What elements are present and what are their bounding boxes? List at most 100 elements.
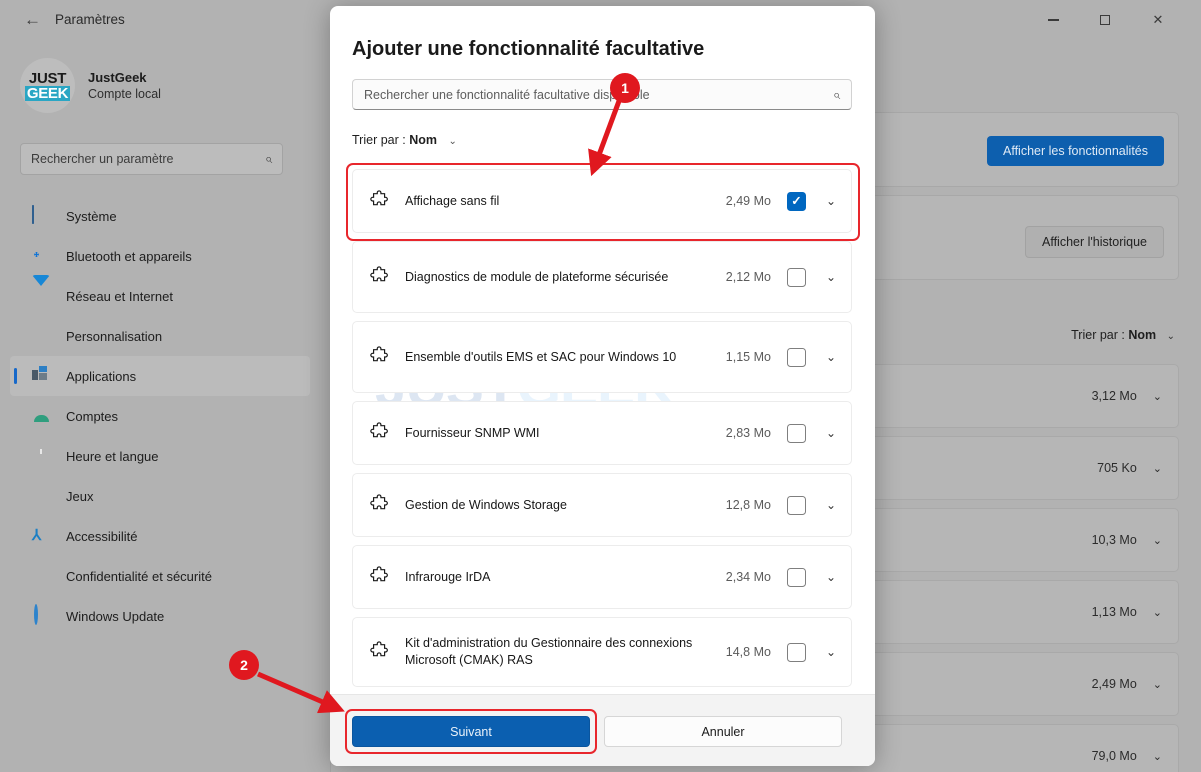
feature-checkbox[interactable]: [786, 347, 806, 367]
puzzle-icon: [370, 422, 388, 438]
cancel-button[interactable]: Annuler: [604, 716, 842, 747]
row-size: 3,12 Mo: [1091, 389, 1137, 403]
feature-checkbox[interactable]: [786, 495, 806, 515]
chevron-down-icon[interactable]: ⌄: [1153, 390, 1162, 403]
sidebar-item-heure-langue[interactable]: Heure et langue: [10, 436, 310, 476]
sidebar-item-label: Personnalisation: [66, 328, 163, 344]
sidebar-item-label: Bluetooth et appareils: [66, 248, 192, 264]
feature-size: 2,49 Mo: [725, 194, 771, 208]
chevron-down-icon[interactable]: ⌄: [826, 570, 836, 584]
close-button[interactable]: ✕: [1135, 0, 1181, 40]
avatar: JUST GEEK: [20, 58, 75, 113]
dialog-sort-value: Nom: [409, 133, 437, 147]
sidebar-item-label: Réseau et Internet: [66, 288, 173, 304]
chevron-down-icon[interactable]: ⌄: [826, 645, 836, 659]
feature-name: Fournisseur SNMP WMI: [405, 425, 540, 440]
sidebar-item-applications[interactable]: Applications: [10, 356, 310, 396]
list-item[interactable]: Gestion de Windows Storage 12,8 Mo ⌄: [352, 473, 852, 537]
sidebar-item-label: Heure et langue: [66, 448, 159, 464]
sidebar-item-label: Système: [66, 208, 117, 224]
sidebar: JUST GEEK JustGeek Compte local Recherch…: [0, 40, 318, 772]
list-item[interactable]: Affichage sans fil 2,49 Mo ⌄: [346, 163, 860, 241]
chevron-down-icon: ⌄: [1166, 331, 1175, 342]
sidebar-item-label: Windows Update: [66, 608, 165, 624]
view-features-button[interactable]: Afficher les fonctionnalités: [987, 136, 1164, 166]
feature-checkbox[interactable]: [786, 267, 806, 287]
chevron-down-icon[interactable]: ⌄: [1153, 606, 1162, 619]
list-item[interactable]: Kit d'administration du Gestionnaire des…: [352, 617, 852, 687]
sidebar-search-placeholder: Rechercher un paramètre: [31, 152, 174, 166]
shield-icon: [32, 566, 52, 586]
sidebar-item-confidentialite[interactable]: Confidentialité et sécurité: [10, 556, 310, 596]
gamepad-icon: [32, 486, 52, 506]
monitor-icon: [32, 205, 52, 226]
puzzle-icon: [370, 190, 388, 206]
feature-size: 14,8 Mo: [725, 645, 771, 659]
row-size: 79,0 Mo: [1091, 749, 1137, 763]
sidebar-item-accessibilite[interactable]: ⅄ Accessibilité: [10, 516, 310, 556]
feature-checkbox[interactable]: [786, 567, 806, 587]
sidebar-item-comptes[interactable]: Comptes: [10, 396, 310, 436]
feature-name: Diagnostics de module de plateforme sécu…: [405, 269, 669, 284]
accessibility-icon: ⅄: [32, 527, 42, 544]
puzzle-icon: [370, 266, 388, 282]
feature-checkbox[interactable]: [786, 642, 806, 662]
sidebar-item-jeux[interactable]: Jeux: [10, 476, 310, 516]
puzzle-icon: [370, 641, 388, 657]
feature-list: Affichage sans fil 2,49 Mo ⌄ Diagnostics…: [346, 163, 860, 696]
sidebar-item-bluetooth[interactable]: ᛭ Bluetooth et appareils: [10, 236, 310, 276]
feature-search-input[interactable]: Rechercher une fonctionnalité facultativ…: [352, 79, 852, 110]
chevron-down-icon[interactable]: ⌄: [826, 270, 836, 284]
step-badge-2: 2: [229, 650, 259, 680]
view-history-button[interactable]: Afficher l'historique: [1025, 226, 1164, 258]
sidebar-item-windows-update[interactable]: Windows Update: [10, 596, 310, 636]
chevron-down-icon[interactable]: ⌄: [826, 350, 836, 364]
list-item[interactable]: Fournisseur SNMP WMI 2,83 Mo ⌄: [352, 401, 852, 465]
list-item[interactable]: Ensemble d'outils EMS et SAC pour Window…: [352, 321, 852, 393]
chevron-down-icon[interactable]: ⌄: [1153, 678, 1162, 691]
search-icon: ⌕: [832, 86, 840, 102]
minimize-button[interactable]: [1030, 0, 1076, 40]
next-button[interactable]: Suivant: [352, 716, 590, 747]
row-size: 10,3 Mo: [1091, 533, 1137, 547]
sidebar-nav: Système ᛭ Bluetooth et appareils Réseau …: [10, 196, 310, 636]
wifi-icon: [32, 275, 52, 306]
feature-checkbox[interactable]: [786, 423, 806, 443]
feature-size: 2,12 Mo: [725, 270, 771, 284]
maximize-button[interactable]: [1082, 0, 1128, 40]
chevron-down-icon[interactable]: ⌄: [826, 426, 836, 440]
sidebar-item-label: Applications: [66, 368, 137, 384]
chevron-down-icon[interactable]: ⌄: [1153, 534, 1162, 547]
chevron-down-icon[interactable]: ⌄: [1153, 462, 1162, 475]
person-icon: [32, 406, 52, 426]
sidebar-search-input[interactable]: Rechercher un paramètre ⌕: [20, 143, 283, 175]
puzzle-icon: [370, 346, 388, 362]
bg-sort-dropdown[interactable]: Trier par : Nom ⌄: [1071, 328, 1175, 342]
account-block[interactable]: JUST GEEK JustGeek Compte local: [20, 58, 161, 113]
sidebar-item-label: Comptes: [66, 408, 119, 424]
chevron-down-icon: ⌄: [448, 136, 457, 147]
sidebar-item-personnalisation[interactable]: Personnalisation: [10, 316, 310, 356]
feature-checkbox[interactable]: [786, 191, 806, 211]
avatar-line1: JUST: [28, 69, 67, 87]
chevron-down-icon[interactable]: ⌄: [826, 498, 836, 512]
account-name: JustGeek: [88, 69, 147, 85]
feature-size: 1,15 Mo: [725, 350, 771, 364]
sidebar-item-reseau[interactable]: Réseau et Internet: [10, 275, 310, 316]
update-icon: [32, 604, 52, 626]
feature-size: 12,8 Mo: [725, 498, 771, 512]
chevron-down-icon[interactable]: ⌄: [826, 194, 836, 208]
list-item[interactable]: Diagnostics de module de plateforme sécu…: [352, 241, 852, 313]
list-item[interactable]: Infrarouge IrDA 2,34 Mo ⌄: [352, 545, 852, 609]
dialog-footer: Suivant Annuler: [330, 694, 875, 766]
feature-size: 2,83 Mo: [725, 426, 771, 440]
chevron-down-icon[interactable]: ⌄: [1153, 750, 1162, 763]
row-size: 1,13 Mo: [1091, 605, 1137, 619]
apps-icon: [32, 366, 52, 386]
bg-sort-value: Nom: [1128, 328, 1157, 342]
back-arrow-icon[interactable]: ←: [24, 11, 42, 30]
sidebar-item-systeme[interactable]: Système: [10, 196, 310, 236]
dialog-sort-dropdown[interactable]: Trier par : Nom ⌄: [352, 133, 457, 147]
paintbrush-icon: [32, 326, 52, 346]
sidebar-item-label: Jeux: [66, 488, 94, 504]
